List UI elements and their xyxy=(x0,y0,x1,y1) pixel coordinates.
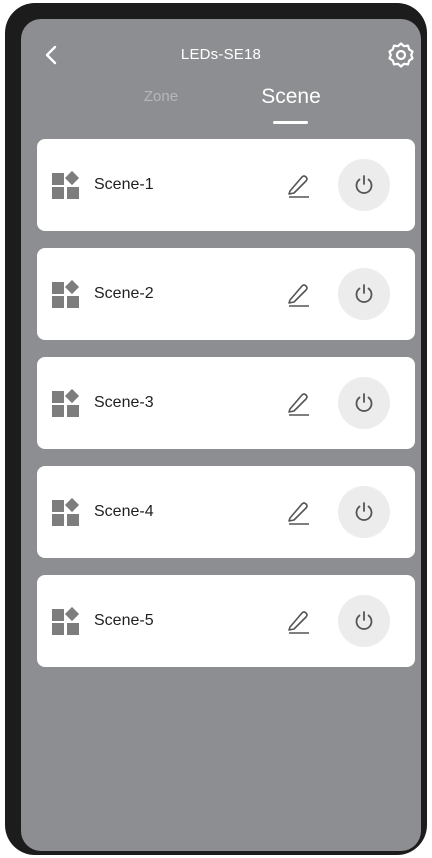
power-icon xyxy=(355,284,373,303)
power-button[interactable] xyxy=(338,268,390,320)
power-icon xyxy=(355,502,373,521)
scene-name: Scene-2 xyxy=(94,285,154,302)
settings-button[interactable] xyxy=(387,41,415,69)
active-tab-indicator xyxy=(273,121,308,124)
app-screen: LEDs-SE18 Zone Scene Scene-1 Scene-2 Sce… xyxy=(21,19,421,851)
power-button[interactable] xyxy=(338,377,390,429)
scene-card[interactable]: Scene-2 xyxy=(37,248,415,340)
power-button[interactable] xyxy=(338,486,390,538)
pencil-icon xyxy=(288,284,309,307)
pencil-icon xyxy=(288,393,309,416)
scene-card[interactable]: Scene-4 xyxy=(37,466,415,558)
tab-scene[interactable]: Scene xyxy=(256,85,326,109)
power-button[interactable] xyxy=(338,595,390,647)
scene-name: Scene-1 xyxy=(94,176,154,193)
page-title: LEDs-SE18 xyxy=(180,46,262,63)
scene-grid-icon xyxy=(52,280,80,308)
pencil-icon xyxy=(288,175,309,198)
scene-name: Scene-5 xyxy=(94,612,154,629)
power-icon xyxy=(355,393,373,412)
power-button[interactable] xyxy=(338,159,390,211)
tab-zone[interactable]: Zone xyxy=(131,88,191,105)
scene-name: Scene-3 xyxy=(94,394,154,411)
edit-button[interactable] xyxy=(286,499,312,525)
scene-grid-icon xyxy=(52,498,80,526)
power-icon xyxy=(355,175,373,194)
edit-button[interactable] xyxy=(286,281,312,307)
phone-frame: LEDs-SE18 Zone Scene Scene-1 Scene-2 Sce… xyxy=(5,3,427,855)
edit-button[interactable] xyxy=(286,172,312,198)
scene-grid-icon xyxy=(52,171,80,199)
scene-card[interactable]: Scene-3 xyxy=(37,357,415,449)
power-icon xyxy=(355,611,373,630)
scene-grid-icon xyxy=(52,607,80,635)
edit-button[interactable] xyxy=(286,608,312,634)
pencil-icon xyxy=(288,611,309,634)
edit-button[interactable] xyxy=(286,390,312,416)
header: LEDs-SE18 xyxy=(21,19,421,89)
scene-grid-icon xyxy=(52,389,80,417)
scene-card[interactable]: Scene-1 xyxy=(37,139,415,231)
scene-name: Scene-4 xyxy=(94,503,154,520)
gear-icon xyxy=(388,42,414,68)
scene-card[interactable]: Scene-5 xyxy=(37,575,415,667)
pencil-icon xyxy=(288,502,309,525)
